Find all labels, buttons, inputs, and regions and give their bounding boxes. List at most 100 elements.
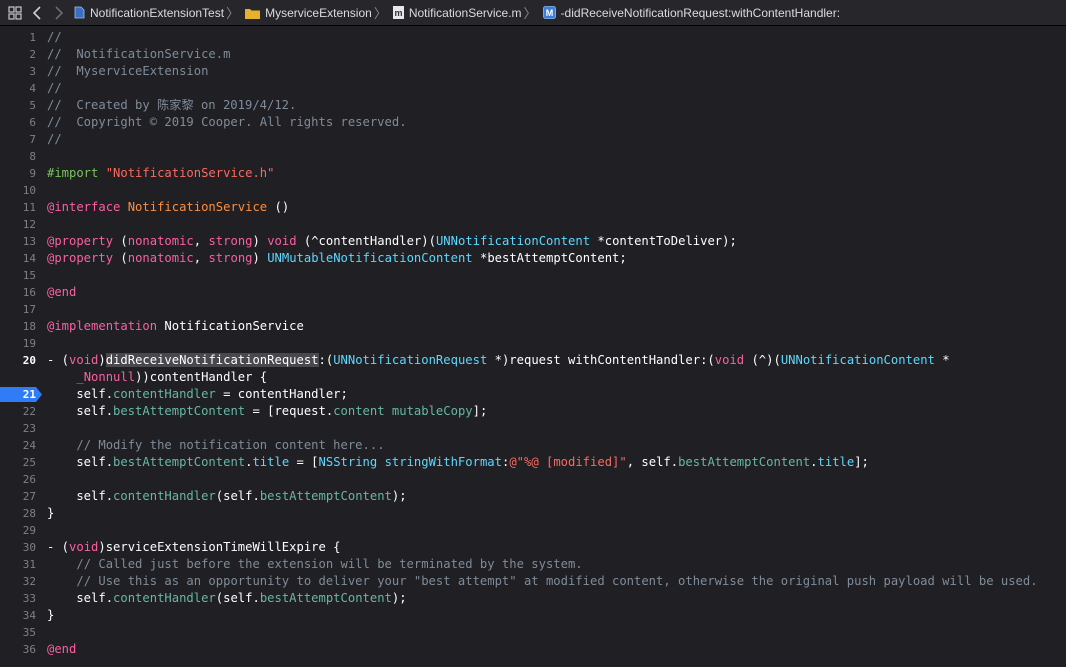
line-number: 29 <box>22 524 36 537</box>
code-token: UNNotificationContent <box>780 353 935 367</box>
code-token: , <box>193 251 209 265</box>
code-token: @property <box>47 234 114 248</box>
code-text: - (void)didReceiveNotificationRequest:(U… <box>47 352 950 369</box>
jump-bar: NotificationExtensionTest 〉 MyserviceExt… <box>0 0 1066 26</box>
svg-text:m: m <box>394 8 402 18</box>
code-token: UNNotificationRequest <box>333 353 488 367</box>
code-token: (self. <box>215 489 260 503</box>
code-text: // <box>47 80 62 97</box>
related-items-icon[interactable] <box>4 2 26 24</box>
code-token: bestAttemptContent <box>259 489 392 503</box>
code-token: self. <box>47 489 114 503</box>
line-number: 11 <box>22 201 36 214</box>
code-token: UNMutableNotificationContent <box>267 251 473 265</box>
forward-arrow-icon[interactable] <box>48 2 70 24</box>
code-token: self. <box>47 455 114 469</box>
line-number: 32 <box>22 575 36 588</box>
code-token: void <box>714 353 745 367</box>
back-arrow-icon[interactable] <box>26 2 48 24</box>
code-token: *bestAttemptContent; <box>472 251 627 265</box>
line-number: 7 <box>29 133 36 146</box>
m-file-icon: m <box>392 6 404 19</box>
line-number: 5 <box>29 99 36 112</box>
code-token: // Called just before the extension will… <box>76 557 583 571</box>
code-token: (^contentHandler)( <box>296 234 436 248</box>
breadcrumb-project[interactable]: NotificationExtensionTest <box>70 6 224 20</box>
code-token: , self. <box>626 455 679 469</box>
code-token: () <box>267 200 290 214</box>
line-number: 26 <box>22 473 36 486</box>
line-number: 20 <box>22 354 36 367</box>
code-token: _Nonnull <box>76 370 136 384</box>
source-editor[interactable]: 1 // 2 // NotificationService.m 3 // Myservic… <box>0 29 1066 667</box>
code-token: ); <box>391 591 407 605</box>
code-token: (self. <box>215 591 260 605</box>
code-token: } <box>47 608 55 622</box>
line-number: 8 <box>29 150 36 163</box>
code-token: ( <box>113 251 128 265</box>
code-token: // Copyright © 2019 Cooper. All rights r… <box>47 115 407 129</box>
code-text: // Created by 陈家黎 on 2019/4/12. <box>47 97 296 114</box>
code-text: @interface NotificationService () <box>47 199 289 216</box>
code-text: @property (nonatomic, strong) UNMutableN… <box>47 250 627 267</box>
code-token: self. <box>47 591 114 605</box>
line-number: 4 <box>29 82 36 95</box>
line-number: 28 <box>22 507 36 520</box>
code-text: // <box>47 131 62 148</box>
breadcrumb-method[interactable]: M -didReceiveNotificationRequest:withCon… <box>539 6 840 20</box>
code-text: @property (nonatomic, strong) void (^con… <box>47 233 737 250</box>
code-text: self.contentHandler(self.bestAttemptCont… <box>47 590 407 607</box>
code-token: strong <box>208 234 253 248</box>
file-icon <box>74 6 85 19</box>
breadcrumb-group[interactable]: MyserviceExtension <box>241 6 372 20</box>
line-number: 23 <box>22 422 36 435</box>
code-text: } <box>47 505 54 522</box>
code-token: ( <box>113 234 128 248</box>
code-token: @interface <box>47 200 128 214</box>
code-token: bestAttemptContent <box>678 455 811 469</box>
code-token: NotificationService <box>127 200 268 214</box>
code-token: void <box>267 234 297 248</box>
code-token: . <box>810 455 818 469</box>
breadcrumb-label: MyserviceExtension <box>265 5 372 20</box>
code-token: // <box>47 30 62 44</box>
breadcrumb-separator: 〉 <box>373 6 387 21</box>
code-token: NSString <box>318 455 378 469</box>
line-number: 10 <box>22 184 36 197</box>
code-token: @property <box>47 251 114 265</box>
code-token: ))contentHandler { <box>135 370 268 384</box>
line-number: 17 <box>22 303 36 316</box>
line-number: 21 <box>22 388 36 401</box>
code-token: // <box>47 81 62 95</box>
code-token: ) <box>252 234 268 248</box>
breadcrumb-file[interactable]: m NotificationService.m <box>389 6 522 20</box>
code-token: // NotificationService.m <box>47 47 231 61</box>
line-number: 6 <box>29 116 36 129</box>
line-number: 9 <box>29 167 36 180</box>
code-token: strong <box>208 251 253 265</box>
line-number: 31 <box>22 558 36 571</box>
breadcrumb-label: NotificationService.m <box>408 5 522 20</box>
line-number: 12 <box>22 218 36 231</box>
code-text: // Called just before the extension will… <box>47 556 583 573</box>
line-number: 30 <box>22 541 36 554</box>
breadcrumb-label: NotificationExtensionTest <box>90 5 225 20</box>
line-number: 18 <box>22 320 36 333</box>
code-token: // Created by 陈家黎 on 2019/4/12. <box>47 98 297 112</box>
code-token: contentHandler <box>113 489 216 503</box>
breadcrumb-label: -didReceiveNotificationRequest:withConte… <box>560 5 841 20</box>
code-token: // <box>47 132 62 146</box>
code-text: // NotificationService.m <box>47 46 230 63</box>
line-number: 3 <box>29 65 36 78</box>
code-token: ) <box>252 251 268 265</box>
code-token: , <box>193 234 209 248</box>
svg-text:M: M <box>545 8 553 18</box>
line-number: 22 <box>22 405 36 418</box>
code-text: // MyserviceExtension <box>47 63 208 80</box>
code-text: #import "NotificationService.h" <box>47 165 274 182</box>
